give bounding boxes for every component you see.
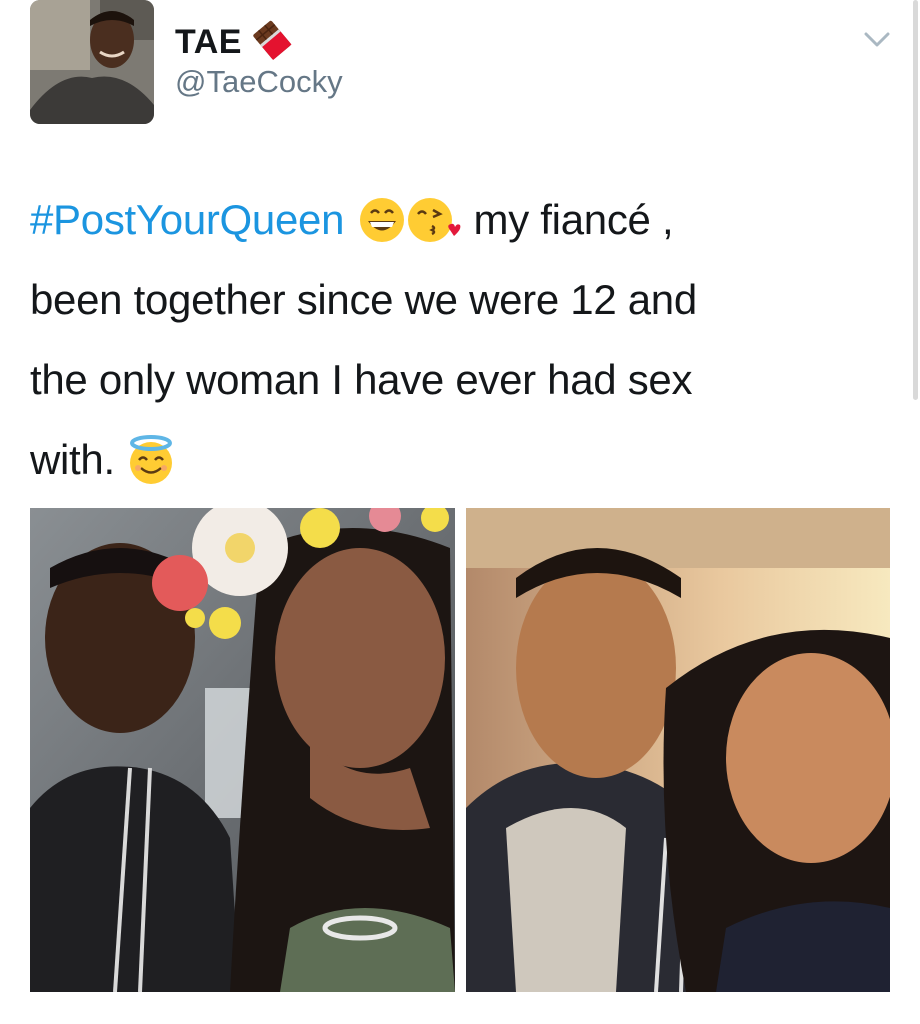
chevron-down-icon[interactable] bbox=[860, 28, 894, 52]
scrollbar[interactable] bbox=[913, 0, 918, 400]
smiling-face-with-halo-icon bbox=[126, 434, 176, 486]
face-blowing-kiss-icon bbox=[406, 196, 462, 244]
tweet-line: with. bbox=[30, 420, 890, 500]
tweet-line: been together since we were 12 and bbox=[30, 276, 697, 323]
display-name[interactable]: TAE bbox=[175, 23, 242, 62]
tweet-text-segment: with. bbox=[30, 436, 127, 483]
tweet-text: #PostYourQueen my fiancé , been together… bbox=[30, 180, 890, 500]
avatar[interactable] bbox=[30, 0, 154, 124]
tweet-photo-2[interactable] bbox=[466, 508, 890, 992]
hashtag-link[interactable]: #PostYourQueen bbox=[30, 180, 344, 260]
tweet-text-segment: my fiancé , bbox=[462, 196, 674, 243]
chocolate-bar-icon bbox=[250, 18, 294, 67]
tweet-card: TAE @TaeCocky #PostYourQueen my fiancé ,… bbox=[0, 0, 920, 1024]
user-handle[interactable]: @TaeCocky bbox=[175, 64, 343, 100]
tweet-photo-1[interactable] bbox=[30, 508, 455, 992]
tweet-line: #PostYourQueen my fiancé , bbox=[30, 180, 890, 260]
grinning-face-icon bbox=[358, 196, 406, 244]
tweet-line: the only woman I have ever had sex bbox=[30, 356, 693, 403]
